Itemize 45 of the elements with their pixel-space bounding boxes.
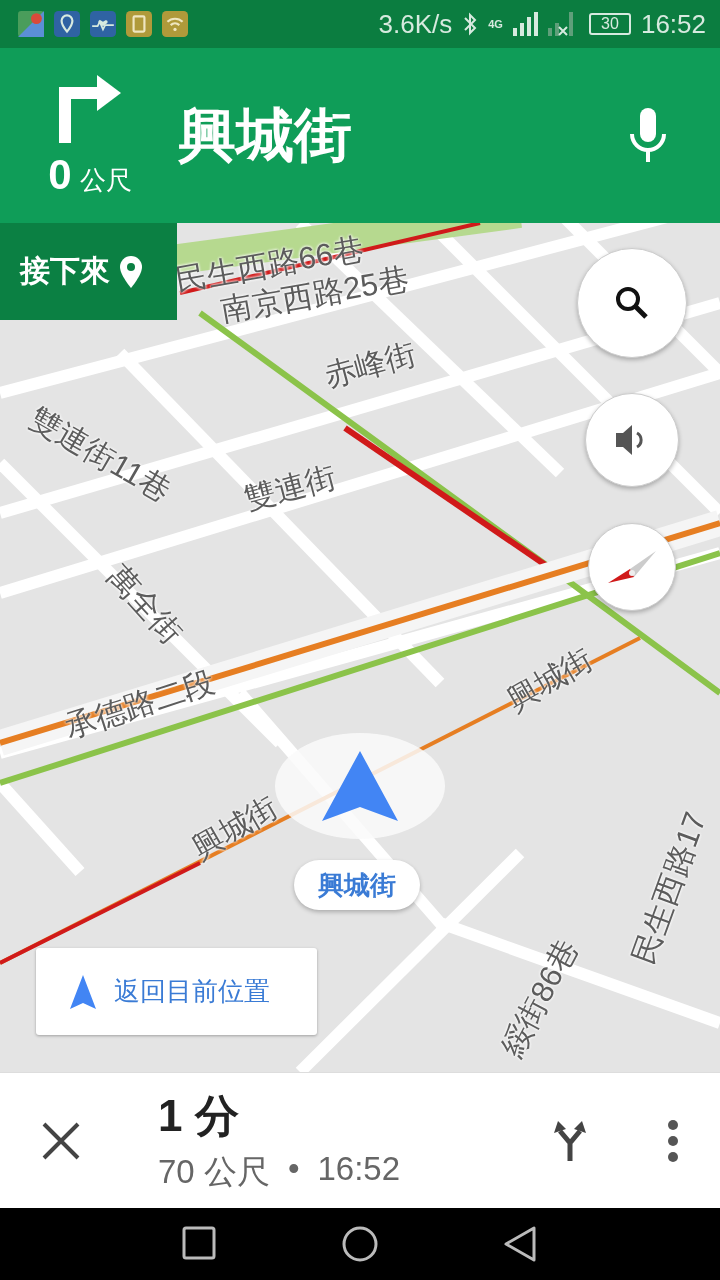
current-street-label: 興城街 [294,860,420,910]
turn-right-icon [57,72,123,145]
map-app-icon [18,11,44,37]
navigation-arrow-icon [322,751,398,821]
circle-icon [342,1226,378,1262]
street-label: 興城街 [499,640,600,720]
distance-unit: 公尺 [79,163,132,197]
street-name: 興城街 [178,100,353,169]
street-label: 雙連街 [239,457,341,519]
street-label: 雙連街11巷 [22,399,178,511]
navigation-arrow-icon [70,974,96,1009]
recenter-button[interactable]: 返回目前位置 [36,948,317,1035]
trip-duration: 1 分 [158,1089,240,1142]
back-button[interactable] [502,1226,538,1262]
home-button[interactable] [342,1226,378,1262]
street-label: 興城街 [184,788,285,868]
clipboard-icon [126,11,152,37]
network-speed: 3.6K/s [378,8,453,40]
bluetooth-icon [462,12,479,36]
wifi-icon [162,11,188,37]
distance-value: 0 [48,150,72,199]
heart-pulse-icon [90,11,116,37]
recent-apps-button[interactable] [182,1226,218,1262]
street-label: 承德路二段 [59,662,220,748]
location-pin-icon [120,255,142,288]
signal-icon [512,12,538,36]
more-vertical-icon [668,1119,678,1162]
arrival-time: 16:52 [317,1149,401,1189]
no-signal-icon [547,12,573,36]
network-type: 4G [488,18,503,30]
triangle-icon [502,1226,538,1262]
fork-arrows-icon [554,1120,586,1161]
clock: 16:52 [640,8,706,40]
street-label: 萬全街 [100,557,191,653]
search-icon [615,286,649,320]
street-label: 赤峰街 [319,334,421,396]
square-icon [182,1226,218,1262]
location-pin-icon [54,11,80,37]
next-step-button[interactable]: 接下來 [0,223,177,320]
close-icon [42,1121,80,1160]
street-label: 民生西路17 [625,806,715,970]
trip-distance: 70 公尺 [158,1151,270,1192]
separator-dot: • [287,1149,300,1189]
street-label: 綏街86巷 [493,932,586,1065]
battery-level: 30 [588,13,631,35]
